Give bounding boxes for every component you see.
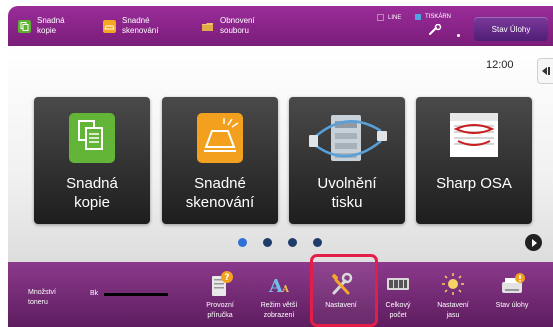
scan-icon <box>103 19 116 33</box>
next-page-button[interactable] <box>525 234 542 251</box>
toner-label: Množství toneru <box>28 289 57 306</box>
svg-text:A: A <box>281 285 290 295</box>
toner-level-bar <box>104 293 168 296</box>
bottom-bar: Množství toneru Bk ? Provozní příručka A… <box>8 262 553 327</box>
tile-label: Snadné skenování <box>185 175 255 211</box>
fn-label: Stav úlohy <box>495 302 529 309</box>
tile-label: Sharp OSA <box>436 175 512 192</box>
line-status-box <box>377 14 384 21</box>
printer-indicator: TISKÁRN <box>415 14 451 20</box>
line-label: LINE <box>388 14 402 21</box>
job-status-icon <box>502 273 525 293</box>
arrow-right-icon <box>532 238 537 247</box>
page-dot-1[interactable] <box>238 238 247 247</box>
page-dot-4[interactable] <box>313 238 322 247</box>
top-bar: Snadná kopie Snadné skenování Obnovení s… <box>8 6 553 46</box>
brightness-icon <box>442 273 464 295</box>
folder-icon <box>202 22 213 31</box>
home-screen: Snadná kopie Snadné skenování Obnovení s… <box>8 6 553 327</box>
fn-label: Nastavení jasu <box>437 302 469 319</box>
page-dot-3[interactable] <box>288 238 297 247</box>
collapse-arrow-icon <box>542 67 547 75</box>
job-status-bottom-button[interactable]: Stav úlohy <box>481 268 543 324</box>
job-status-button[interactable]: Stav Úlohy <box>474 17 548 41</box>
printer-status-box <box>415 14 421 20</box>
status-dot <box>457 34 460 37</box>
svg-text:?: ? <box>224 273 229 283</box>
toner-bk-label: Bk <box>90 290 99 297</box>
tile-easy-copy[interactable]: Snadná kopie <box>34 97 150 224</box>
clock: 12:00 <box>486 59 514 71</box>
large-text-icon: A A <box>268 276 290 297</box>
shortcut-file-retrieve[interactable]: Obnovení souboru <box>201 11 255 41</box>
main-area: 12:00 Snadná kopie Snadné skenování Uvol… <box>8 46 553 262</box>
scan-icon <box>197 113 243 163</box>
print-release-icon <box>309 115 387 161</box>
settings-highlight-frame <box>310 254 378 327</box>
shortcut-easy-copy[interactable]: Snadná kopie <box>18 11 65 41</box>
tile-label: Uvolnění tisku <box>317 175 377 211</box>
shortcut-label: Snadná kopie <box>37 16 65 35</box>
line-indicator: LINE <box>377 14 401 21</box>
tile-label: Snadná kopie <box>66 175 118 211</box>
sharp-osa-icon <box>450 113 498 157</box>
brightness-button[interactable]: Nastavení jasu <box>422 268 484 324</box>
fn-label: Provozní příručka <box>206 302 234 319</box>
shortcut-easy-scan[interactable]: Snadné skenování <box>103 11 158 41</box>
shortcut-label: Obnovení souboru <box>220 16 255 35</box>
tile-easy-scan[interactable]: Snadné skenování <box>162 97 278 224</box>
wrench-icon <box>429 24 442 35</box>
copy-icon <box>69 113 115 163</box>
counter-icon <box>387 278 409 290</box>
shortcut-label: Snadné skenování <box>122 16 159 35</box>
manual-icon: ? <box>212 271 233 296</box>
side-panel-toggle[interactable] <box>537 58 553 84</box>
collapse-bar-icon <box>548 67 550 75</box>
tile-sharp-osa[interactable]: Sharp OSA <box>416 97 532 224</box>
tile-print-release[interactable]: Uvolnění tisku <box>289 97 405 224</box>
operation-manual-button[interactable]: ? Provozní příručka <box>189 268 251 324</box>
copy-icon <box>18 19 31 33</box>
printer-label: TISKÁRN <box>425 14 452 20</box>
large-text-mode-button[interactable]: A A Režim větší zobrazení <box>248 268 310 324</box>
fn-label: Režim větší zobrazení <box>260 302 298 319</box>
page-dot-2[interactable] <box>263 238 272 247</box>
